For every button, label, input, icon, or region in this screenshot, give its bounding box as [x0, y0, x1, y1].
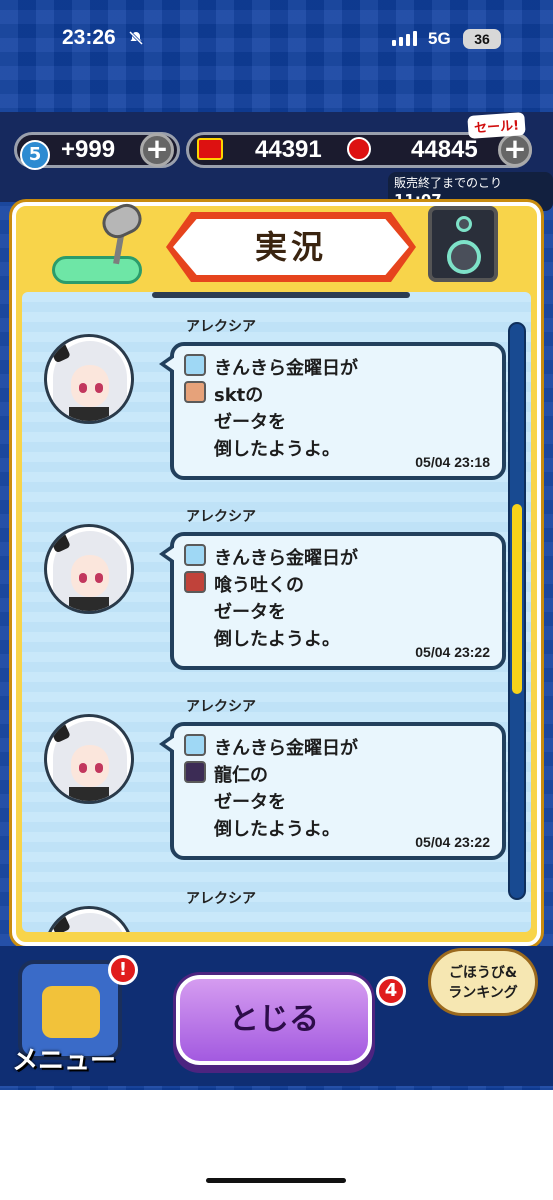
level-badge: 5: [20, 140, 50, 170]
bell-off-icon: [128, 30, 144, 46]
speaker-name: アレクシア: [186, 891, 256, 907]
timestamp: 05/04 23:22: [415, 834, 490, 850]
message-line: ゼータを: [214, 412, 286, 433]
network-type: 5G: [428, 29, 451, 48]
player-icon: [184, 571, 206, 593]
message-line: ゼータを: [214, 792, 286, 813]
add-stamina-button[interactable]: +: [140, 133, 174, 167]
message-line: ゼータを: [214, 602, 286, 623]
message-line: sktの: [214, 385, 264, 406]
status-bar: 23:26 5G 36: [0, 0, 553, 82]
speaker-name: アレクシア: [186, 319, 256, 335]
message-bubble: きんきら金曜日が sktの ゼータを 倒したようよ。 05/04 23:18: [159, 342, 506, 480]
timestamp: 05/04 23:18: [415, 454, 490, 470]
bottom-safe-area: [0, 1090, 553, 1200]
message-line: 倒したようよ。: [214, 819, 340, 840]
speaker-icon: [428, 206, 498, 282]
scrollbar-thumb[interactable]: [512, 504, 522, 694]
message-line: きんきら金曜日が: [214, 738, 358, 759]
menu-character-icon: [42, 986, 100, 1038]
message-line: 喰う吐くの: [214, 575, 304, 596]
ranking-label: ランキング: [448, 985, 518, 1001]
notification-count-badge: 4: [376, 976, 406, 1006]
message-line: きんきら金曜日が: [214, 548, 358, 569]
log-entry: アレクシア きんきら金曜日が 喰う吐くの ゼータを 倒したようよ。 05/04 …: [44, 506, 506, 676]
yokai-coin-icon: [347, 137, 371, 161]
message-bubble: きんきら金曜日が 喰う吐くの ゼータを 倒したようよ。 05/04 23:22: [159, 532, 506, 670]
sale-tag[interactable]: セール!: [467, 112, 526, 139]
log-entry: アレクシア: [44, 888, 504, 932]
reward-ranking-button[interactable]: ごほうび& ランキング: [428, 948, 538, 1016]
speaker-name: アレクシア: [186, 699, 256, 715]
reward-label: ごほうび&: [448, 965, 518, 981]
currency2-value: 44845: [411, 136, 478, 163]
player-icon: [184, 354, 206, 376]
log-top-edge: [152, 292, 410, 298]
player-icon: [184, 734, 206, 756]
scrollbar[interactable]: [508, 322, 526, 900]
message-line: きんきら金曜日が: [214, 358, 358, 379]
alexia-avatar: [44, 524, 134, 614]
alexia-avatar: [44, 334, 134, 424]
cloud-decoration: [52, 256, 142, 284]
log-entry: アレクシア きんきら金曜日が sktの ゼータを 倒したようよ。 05/04 2…: [44, 316, 506, 486]
message-line: 龍仁の: [214, 765, 268, 786]
live-commentary-dialog: 実況 アレクシア きんきら金曜日が sktの ゼータを 倒したようよ。 05/0…: [12, 198, 541, 946]
microphone-icon: [97, 198, 147, 244]
message-line: 倒したようよ。: [214, 439, 340, 460]
menu-alert-badge: !: [108, 955, 138, 985]
timestamp: 05/04 23:22: [415, 644, 490, 660]
player-icon: [184, 381, 206, 403]
battery-indicator: 36: [463, 29, 501, 49]
commentary-log[interactable]: アレクシア きんきら金曜日が sktの ゼータを 倒したようよ。 05/04 2…: [22, 292, 531, 932]
alexia-avatar: [44, 714, 134, 804]
log-entry: アレクシア きんきら金曜日が 龍仁の ゼータを 倒したようよ。 05/04 23…: [44, 696, 506, 866]
player-icon: [184, 544, 206, 566]
message-bubble: きんきら金曜日が 龍仁の ゼータを 倒したようよ。 05/04 23:22: [159, 722, 506, 860]
home-indicator[interactable]: [206, 1178, 346, 1183]
currency1-value: 44391: [255, 136, 322, 163]
status-time: 23:26: [62, 26, 116, 49]
stamina-value: +999: [61, 136, 116, 163]
menu-label[interactable]: メニュー: [12, 1040, 116, 1077]
message-line: 倒したようよ。: [214, 629, 340, 650]
signal-icon: [392, 30, 417, 46]
ticket-icon: [197, 138, 223, 160]
add-currency-button[interactable]: +: [498, 133, 532, 167]
close-button[interactable]: とじる: [176, 975, 372, 1065]
alexia-avatar: [44, 906, 134, 932]
player-icon: [184, 761, 206, 783]
speaker-name: アレクシア: [186, 509, 256, 525]
dialog-title: 実況: [254, 228, 327, 266]
title-banner: 実況: [166, 212, 416, 282]
sale-timer-label: 販売終了までのこり: [394, 176, 503, 190]
